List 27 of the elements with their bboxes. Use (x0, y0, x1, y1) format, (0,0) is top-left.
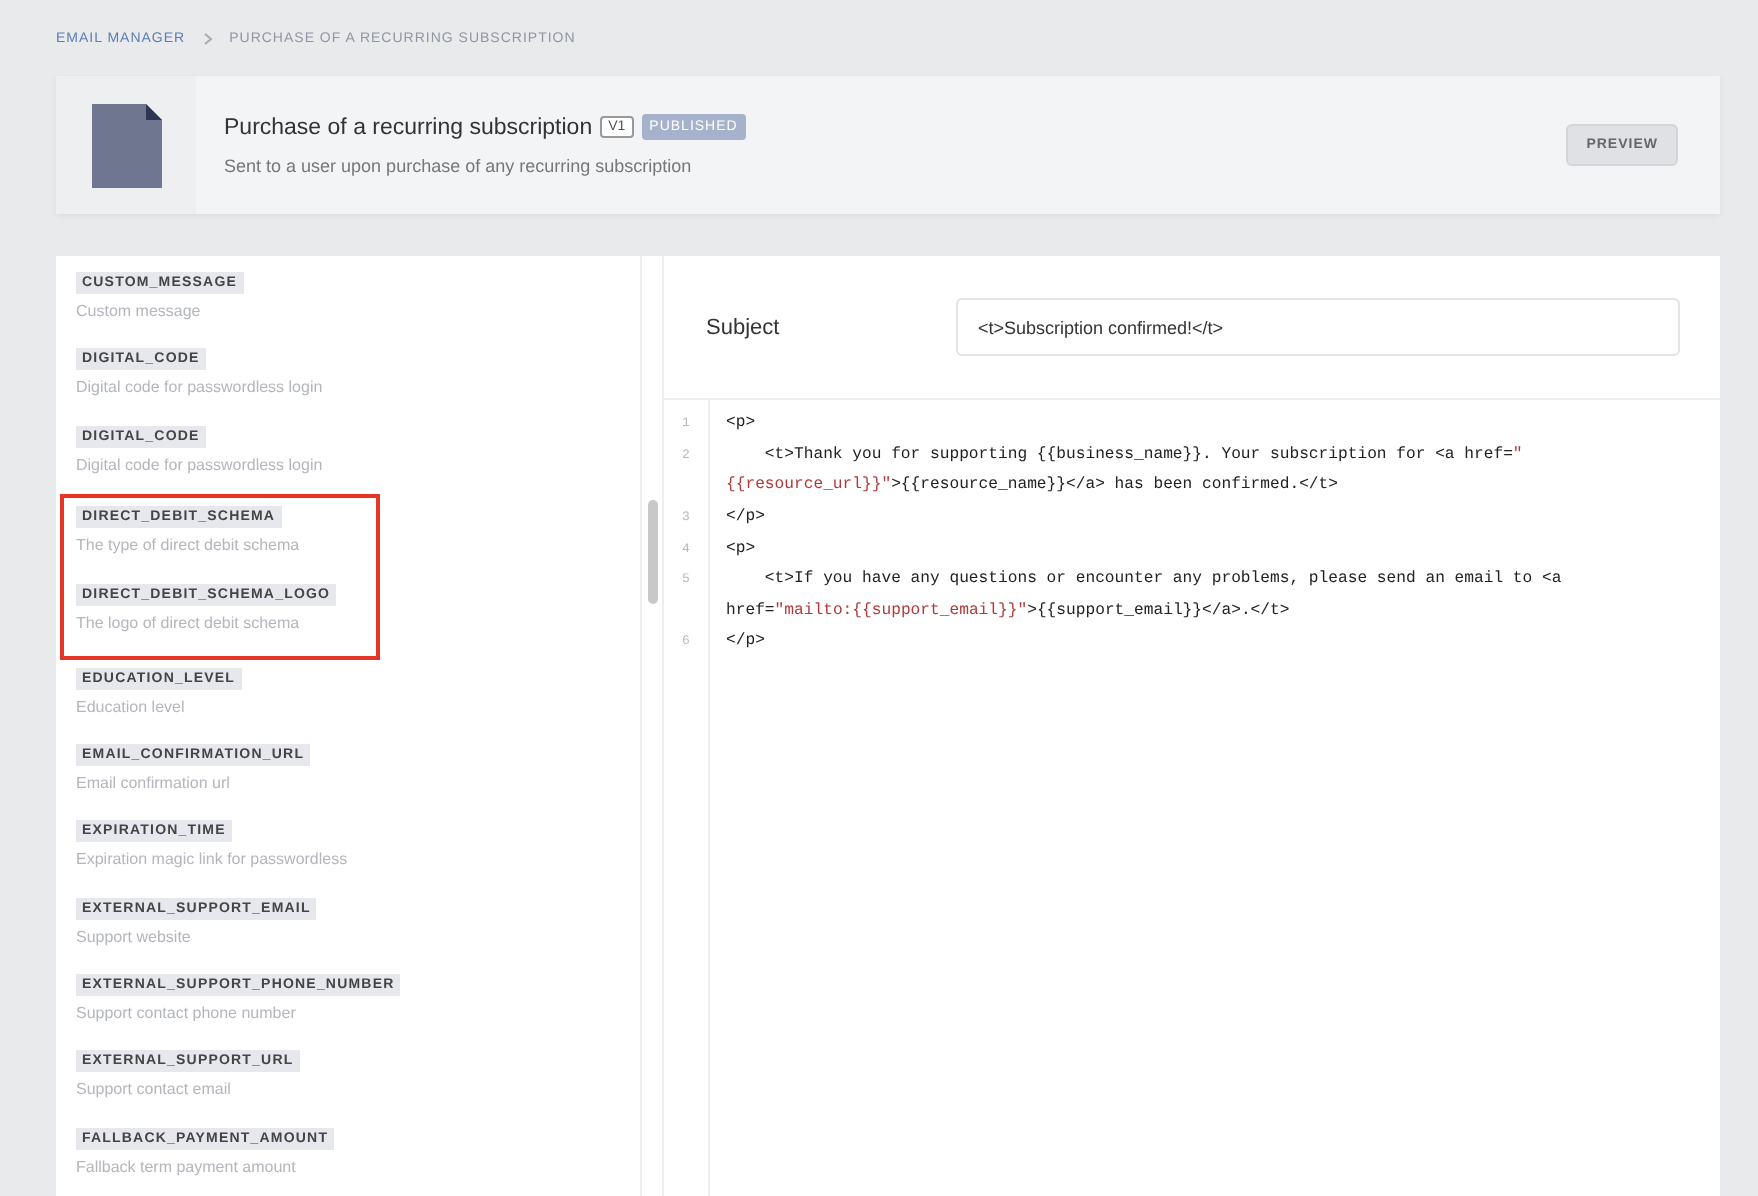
variable-description: Custom message (76, 302, 201, 320)
variable-description: Support contact email (76, 1080, 231, 1099)
code-line: <p> (726, 414, 756, 433)
subject-field[interactable]: <t>Subscription confirmed!</t> (956, 298, 1680, 356)
variable-description: Support website (76, 927, 191, 946)
variable-description: Education level (76, 697, 185, 716)
code-line: href="mailto:{{support_email}}">{{support_email}}</a>.</t> (726, 601, 1290, 620)
variable-description: Digital code for passwordless login (76, 378, 323, 397)
variable-description: Fallback term payment amount (76, 1157, 296, 1176)
variable-description: The logo of direct debit schema (76, 614, 300, 633)
variable-description: Support contact phone number (76, 1004, 296, 1023)
variable-description: Expiration magic link for passwordless (76, 850, 348, 869)
code-line: </p> (726, 508, 765, 527)
code-line: <p> (726, 539, 756, 558)
variable-description: Email confirmation url (76, 774, 230, 793)
code-line: <t>If you have any questions or encounter any problems, please send an email to <a (762, 570, 1562, 589)
subject-label: Subject (706, 315, 782, 339)
code-line: </p> (726, 632, 765, 651)
code-line: {{resource_url}}">{{resource_name}}</a> has been confirmed.</t> (726, 476, 1339, 495)
variable-description: The type of direct debit schema (76, 535, 300, 554)
variable-description: Digital code for passwordless login (76, 455, 323, 474)
chevron-icon (201, 31, 214, 45)
template-description: Sent to a user upon purchase of any recurring subscription (224, 156, 694, 176)
code-line: <t>Thank you for supporting {{business_name}}. Your subscription for <a href=" (762, 445, 1523, 464)
document-icon (89, 101, 163, 189)
scrollbar-thumb[interactable] (647, 500, 657, 604)
template-title: Purchase of a recurring subscription (224, 115, 593, 139)
